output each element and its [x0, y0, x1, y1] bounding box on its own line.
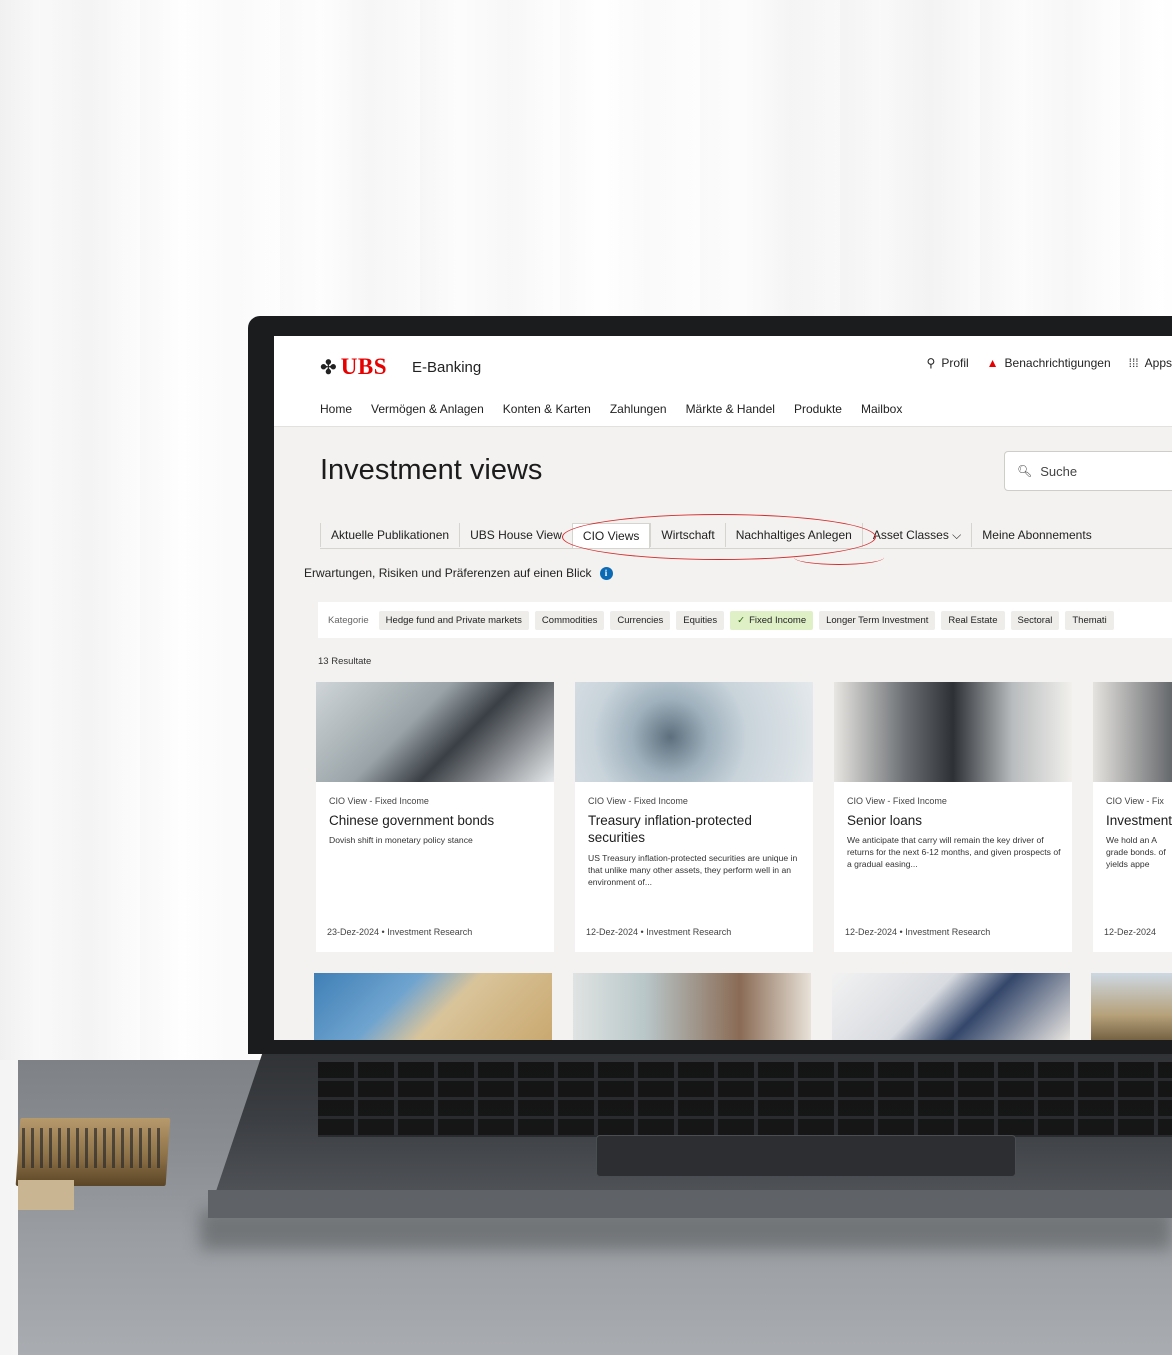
ubs-logo[interactable]: ✤ UBS	[320, 354, 387, 380]
profile-label: Profil	[941, 356, 969, 370]
laptop-front-edge	[208, 1190, 1172, 1218]
info-icon[interactable]: i	[599, 566, 613, 580]
card-author: Investment Research	[646, 927, 732, 937]
card-kicker: CIO View - Fixed Income	[329, 796, 429, 806]
card-title: Chinese government bonds	[329, 813, 495, 828]
card-description: We anticipate that carry will remain the…	[847, 835, 1061, 869]
article-card-image[interactable]	[832, 973, 1070, 1040]
notifications-link[interactable]: ▲ Benachrichtigungen	[987, 356, 1111, 370]
card-date: 12-Dez-2024	[586, 927, 639, 937]
card-date: 12-Dez-2024	[1104, 927, 1157, 937]
chip-hedge-fund[interactable]: Hedge fund and Private markets	[378, 610, 529, 630]
page-subtitle: Erwartungen, Risiken und Präferenzen auf…	[304, 566, 613, 580]
chip-commodities[interactable]: Commodities	[534, 610, 605, 630]
nav-home[interactable]: Home	[320, 402, 352, 416]
laptop-screen: ✤ UBS E-Banking ⚲ Profil ▲ Benachrichtig…	[274, 336, 1172, 1040]
notebook-spiral	[22, 1128, 162, 1168]
article-card[interactable]: CIO View - Fix Investment We hold an A g…	[1093, 682, 1172, 952]
search-input[interactable]: 🔍︎ Suche	[1004, 451, 1172, 491]
card-kicker: CIO View - Fix	[1106, 796, 1164, 806]
card-date: 12-Dez-2024	[845, 927, 898, 937]
card-description: Dovish shift in monetary policy stance	[329, 835, 473, 845]
nav-assets[interactable]: Vermögen & Anlagen	[371, 402, 484, 416]
article-card[interactable]: CIO View - Fixed Income Chinese governme…	[316, 682, 554, 952]
card-title: Senior loans	[847, 813, 923, 828]
nav-products[interactable]: Produkte	[794, 402, 842, 416]
bell-icon: ▲	[986, 356, 999, 370]
profile-link[interactable]: ⚲ Profil	[927, 356, 969, 370]
main-nav: Home Vermögen & Anlagen Konten & Karten …	[320, 402, 902, 416]
chip-longer-term[interactable]: Longer Term Investment	[819, 610, 936, 630]
chip-currencies[interactable]: Currencies	[610, 610, 671, 630]
chip-real-estate[interactable]: Real Estate	[941, 610, 1005, 630]
article-card-image[interactable]	[314, 973, 552, 1040]
card-kicker: CIO View - Fixed Income	[588, 796, 688, 806]
article-card[interactable]: CIO View - Fixed Income Senior loans We …	[834, 682, 1072, 952]
user-icon: ⚲	[926, 356, 936, 370]
tab-my-subscriptions[interactable]: Meine Abonnements	[971, 523, 1101, 547]
highlight-annotation-tail	[794, 550, 884, 565]
article-card[interactable]: CIO View - Fixed Income Treasury inflati…	[575, 682, 813, 952]
laptop-trackpad	[596, 1135, 1016, 1177]
card-author: Investment Research	[905, 927, 991, 937]
notebook-cover	[18, 1180, 74, 1210]
nav-payments[interactable]: Zahlungen	[610, 402, 667, 416]
card-date: 23-Dez-2024	[327, 927, 380, 937]
card-kicker: CIO View - Fixed Income	[847, 796, 947, 806]
top-links: ⚲ Profil ▲ Benachrichtigungen ⁞⁞⁞ Apps	[927, 356, 1172, 370]
app-header: ✤ UBS E-Banking ⚲ Profil ▲ Benachrichtig…	[274, 336, 1172, 427]
nav-mailbox[interactable]: Mailbox	[861, 402, 902, 416]
tab-current-publications[interactable]: Aktuelle Publikationen	[320, 523, 459, 547]
filter-label: Kategorie	[328, 614, 369, 626]
card-image	[316, 682, 554, 782]
tab-asset-classes[interactable]: Asset Classes ⌵	[861, 523, 971, 547]
card-description: US Treasury inflation-protected securiti…	[588, 853, 798, 887]
ubs-wordmark: UBS	[340, 354, 388, 379]
chip-equities[interactable]: Equities	[676, 610, 725, 630]
tab-house-view[interactable]: UBS House View	[459, 523, 572, 547]
card-meta: 12-Dez-2024 • Investment Research	[586, 927, 732, 937]
chip-thematic[interactable]: Themati	[1065, 610, 1114, 630]
product-name: E-Banking	[412, 359, 482, 376]
search-icon: 🔍︎	[1017, 464, 1033, 478]
chip-sectoral[interactable]: Sectoral	[1010, 610, 1060, 630]
nav-accounts[interactable]: Konten & Karten	[503, 402, 591, 416]
nav-markets[interactable]: Märkte & Handel	[686, 402, 775, 416]
checkmark-icon: ✓	[737, 614, 746, 626]
article-card-image[interactable]	[1091, 973, 1172, 1040]
notifications-label: Benachrichtigungen	[1004, 356, 1111, 370]
photo-scene: ✤ UBS E-Banking ⚲ Profil ▲ Benachrichtig…	[0, 0, 1172, 1355]
chip-fixed-income-label: Fixed Income	[749, 614, 807, 626]
search-placeholder: Suche	[1040, 463, 1078, 479]
chip-fixed-income[interactable]: ✓ Fixed Income	[730, 610, 814, 630]
card-author: Investment Research	[387, 927, 473, 937]
results-count: 13 Resultate	[318, 656, 372, 667]
card-title: Investment	[1106, 813, 1172, 828]
card-image	[575, 682, 813, 782]
grid-icon: ⁞⁞⁞	[1128, 356, 1139, 370]
card-meta: 12-Dez-2024 • Investment Research	[845, 927, 991, 937]
card-description: We hold an A grade bonds. of yields appe	[1106, 835, 1166, 869]
ubs-keys-icon: ✤	[320, 356, 337, 379]
subtitle-text: Erwartungen, Risiken und Präferenzen auf…	[304, 566, 592, 580]
apps-label: Apps	[1144, 356, 1172, 370]
keyboard-rows	[318, 1062, 1172, 1137]
card-title: Treasury inflation-protected securities	[588, 813, 752, 845]
article-card-image[interactable]	[573, 973, 811, 1040]
card-image	[1093, 682, 1172, 782]
card-meta: 23-Dez-2024 • Investment Research	[327, 927, 473, 937]
card-meta: 12-Dez-2024	[1104, 927, 1156, 937]
page-title: Investment views	[320, 454, 543, 486]
card-image	[834, 682, 1072, 782]
category-filter-bar: Kategorie Hedge fund and Private markets…	[318, 602, 1172, 638]
apps-link[interactable]: ⁞⁞⁞ Apps	[1129, 356, 1172, 370]
